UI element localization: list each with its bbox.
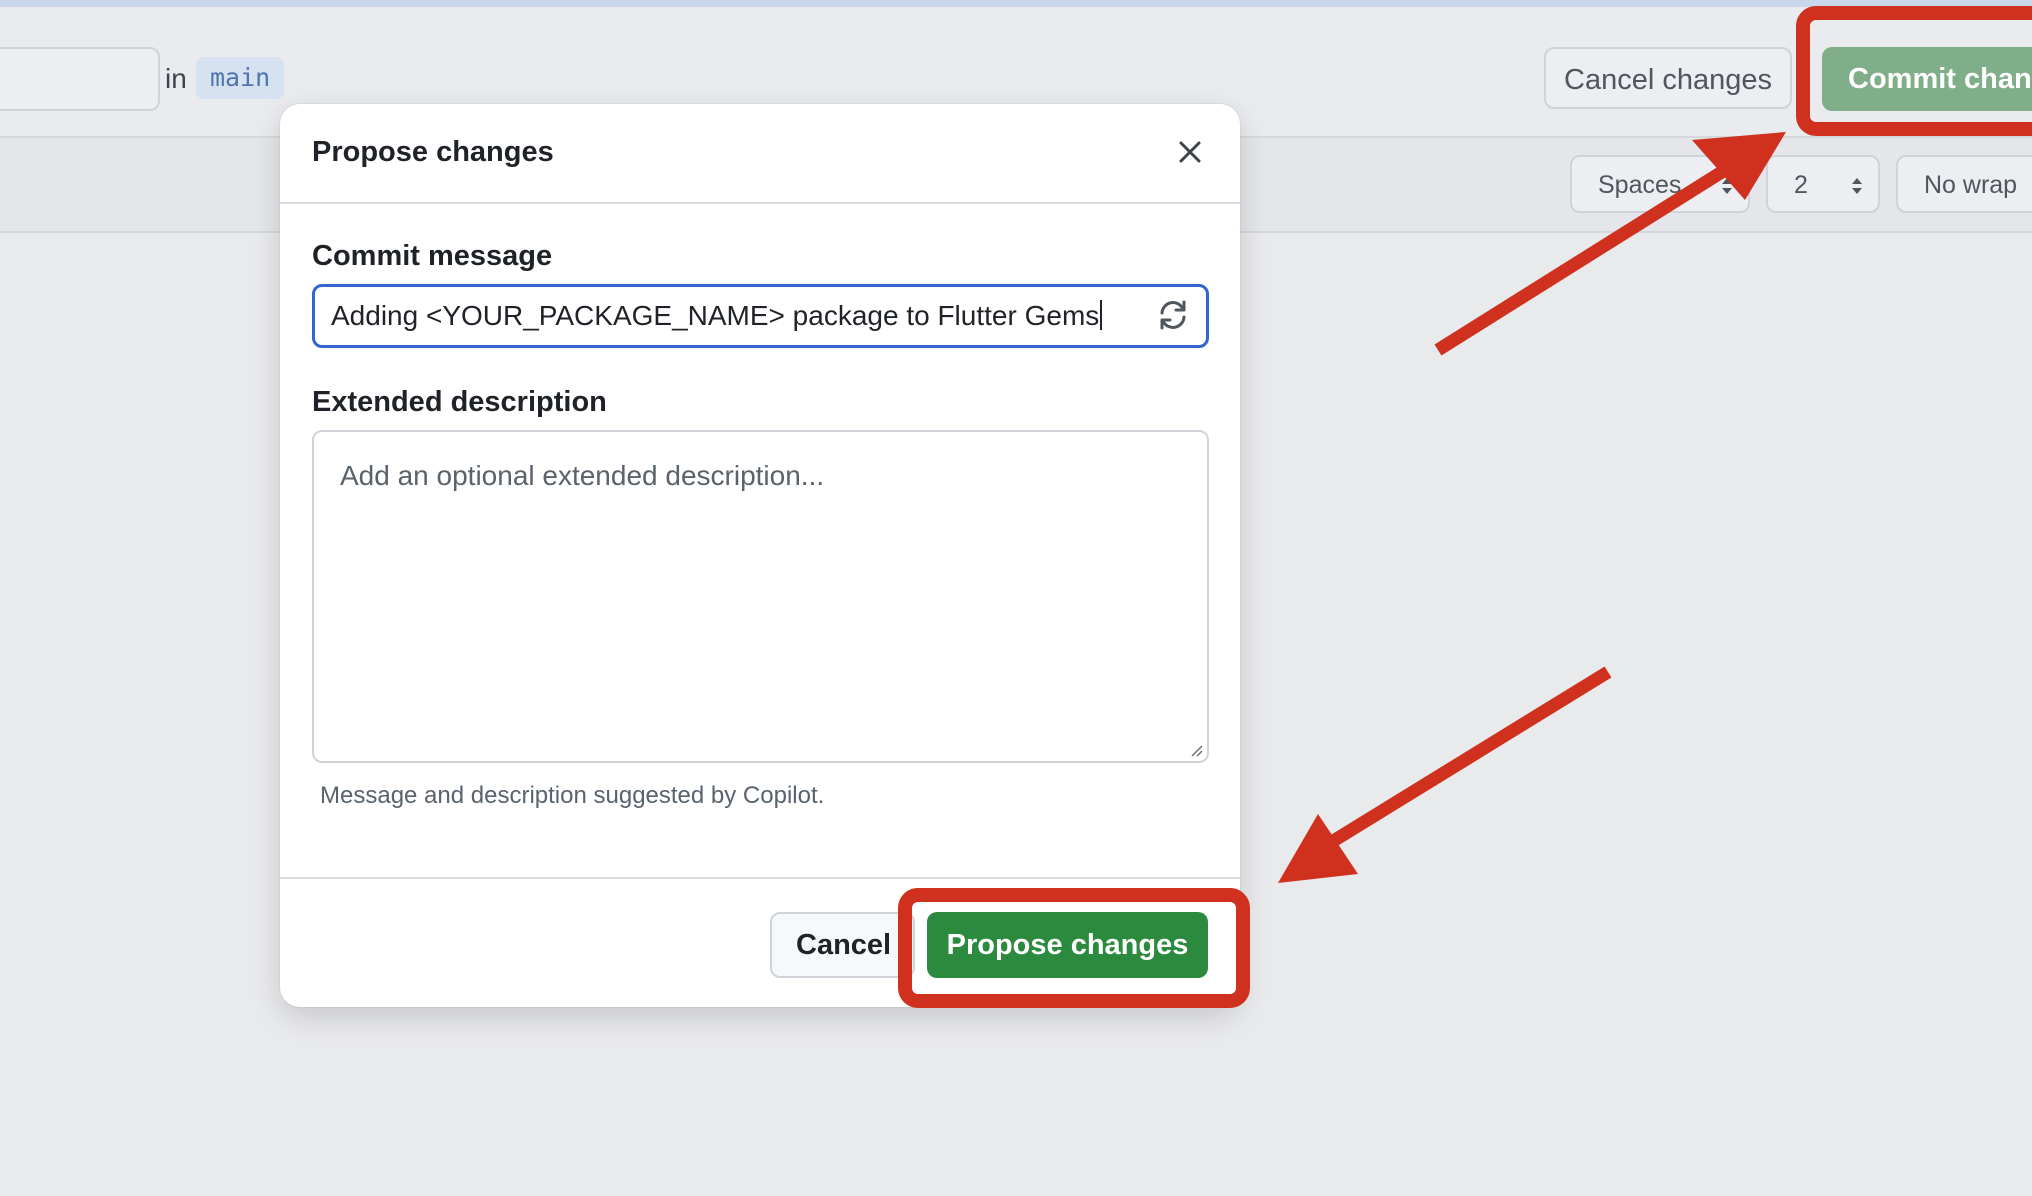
top-accent-bar (0, 0, 2032, 7)
propose-button-highlight (898, 888, 1250, 1008)
cancel-button[interactable]: Cancel (770, 912, 915, 978)
cancel-changes-button[interactable]: Cancel changes (1544, 47, 1792, 109)
wrap-mode-value: No wrap (1924, 171, 2018, 199)
chevron-updown-icon (1852, 178, 1862, 194)
filename-input[interactable] (0, 47, 160, 111)
branch-badge: main (196, 57, 285, 99)
commit-message-input[interactable]: Adding <YOUR_PACKAGE_NAME> package to Fl… (312, 284, 1209, 348)
chevron-updown-icon (1722, 178, 1732, 194)
indent-mode-value: Spaces (1598, 171, 1682, 199)
refresh-icon[interactable] (1156, 298, 1190, 332)
extended-description-textarea[interactable]: Add an optional extended description... (312, 430, 1209, 763)
commit-message-label: Commit message (312, 240, 553, 272)
indent-size-select[interactable]: 2 (1766, 155, 1880, 213)
resize-grip-icon[interactable] (1187, 741, 1203, 757)
dialog-title: Propose changes (312, 136, 554, 168)
copilot-suggestion-note: Message and description suggested by Cop… (320, 782, 825, 809)
commit-message-value: Adding <YOUR_PACKAGE_NAME> package to Fl… (331, 300, 1100, 331)
dialog-header-divider (280, 202, 1240, 204)
extended-description-placeholder: Add an optional extended description... (340, 460, 825, 491)
commit-button-highlight (1796, 6, 2032, 136)
text-caret (1100, 300, 1103, 330)
propose-changes-dialog: Propose changes Commit message Adding <Y… (280, 104, 1240, 1007)
in-label: in (165, 63, 187, 94)
indent-size-value: 2 (1794, 171, 1808, 199)
indent-mode-select[interactable]: Spaces (1570, 155, 1750, 213)
dialog-footer-divider (280, 877, 1240, 879)
wrap-mode-select[interactable]: No wrap (1896, 155, 2032, 213)
close-icon[interactable] (1173, 135, 1207, 169)
extended-description-label: Extended description (312, 386, 607, 418)
